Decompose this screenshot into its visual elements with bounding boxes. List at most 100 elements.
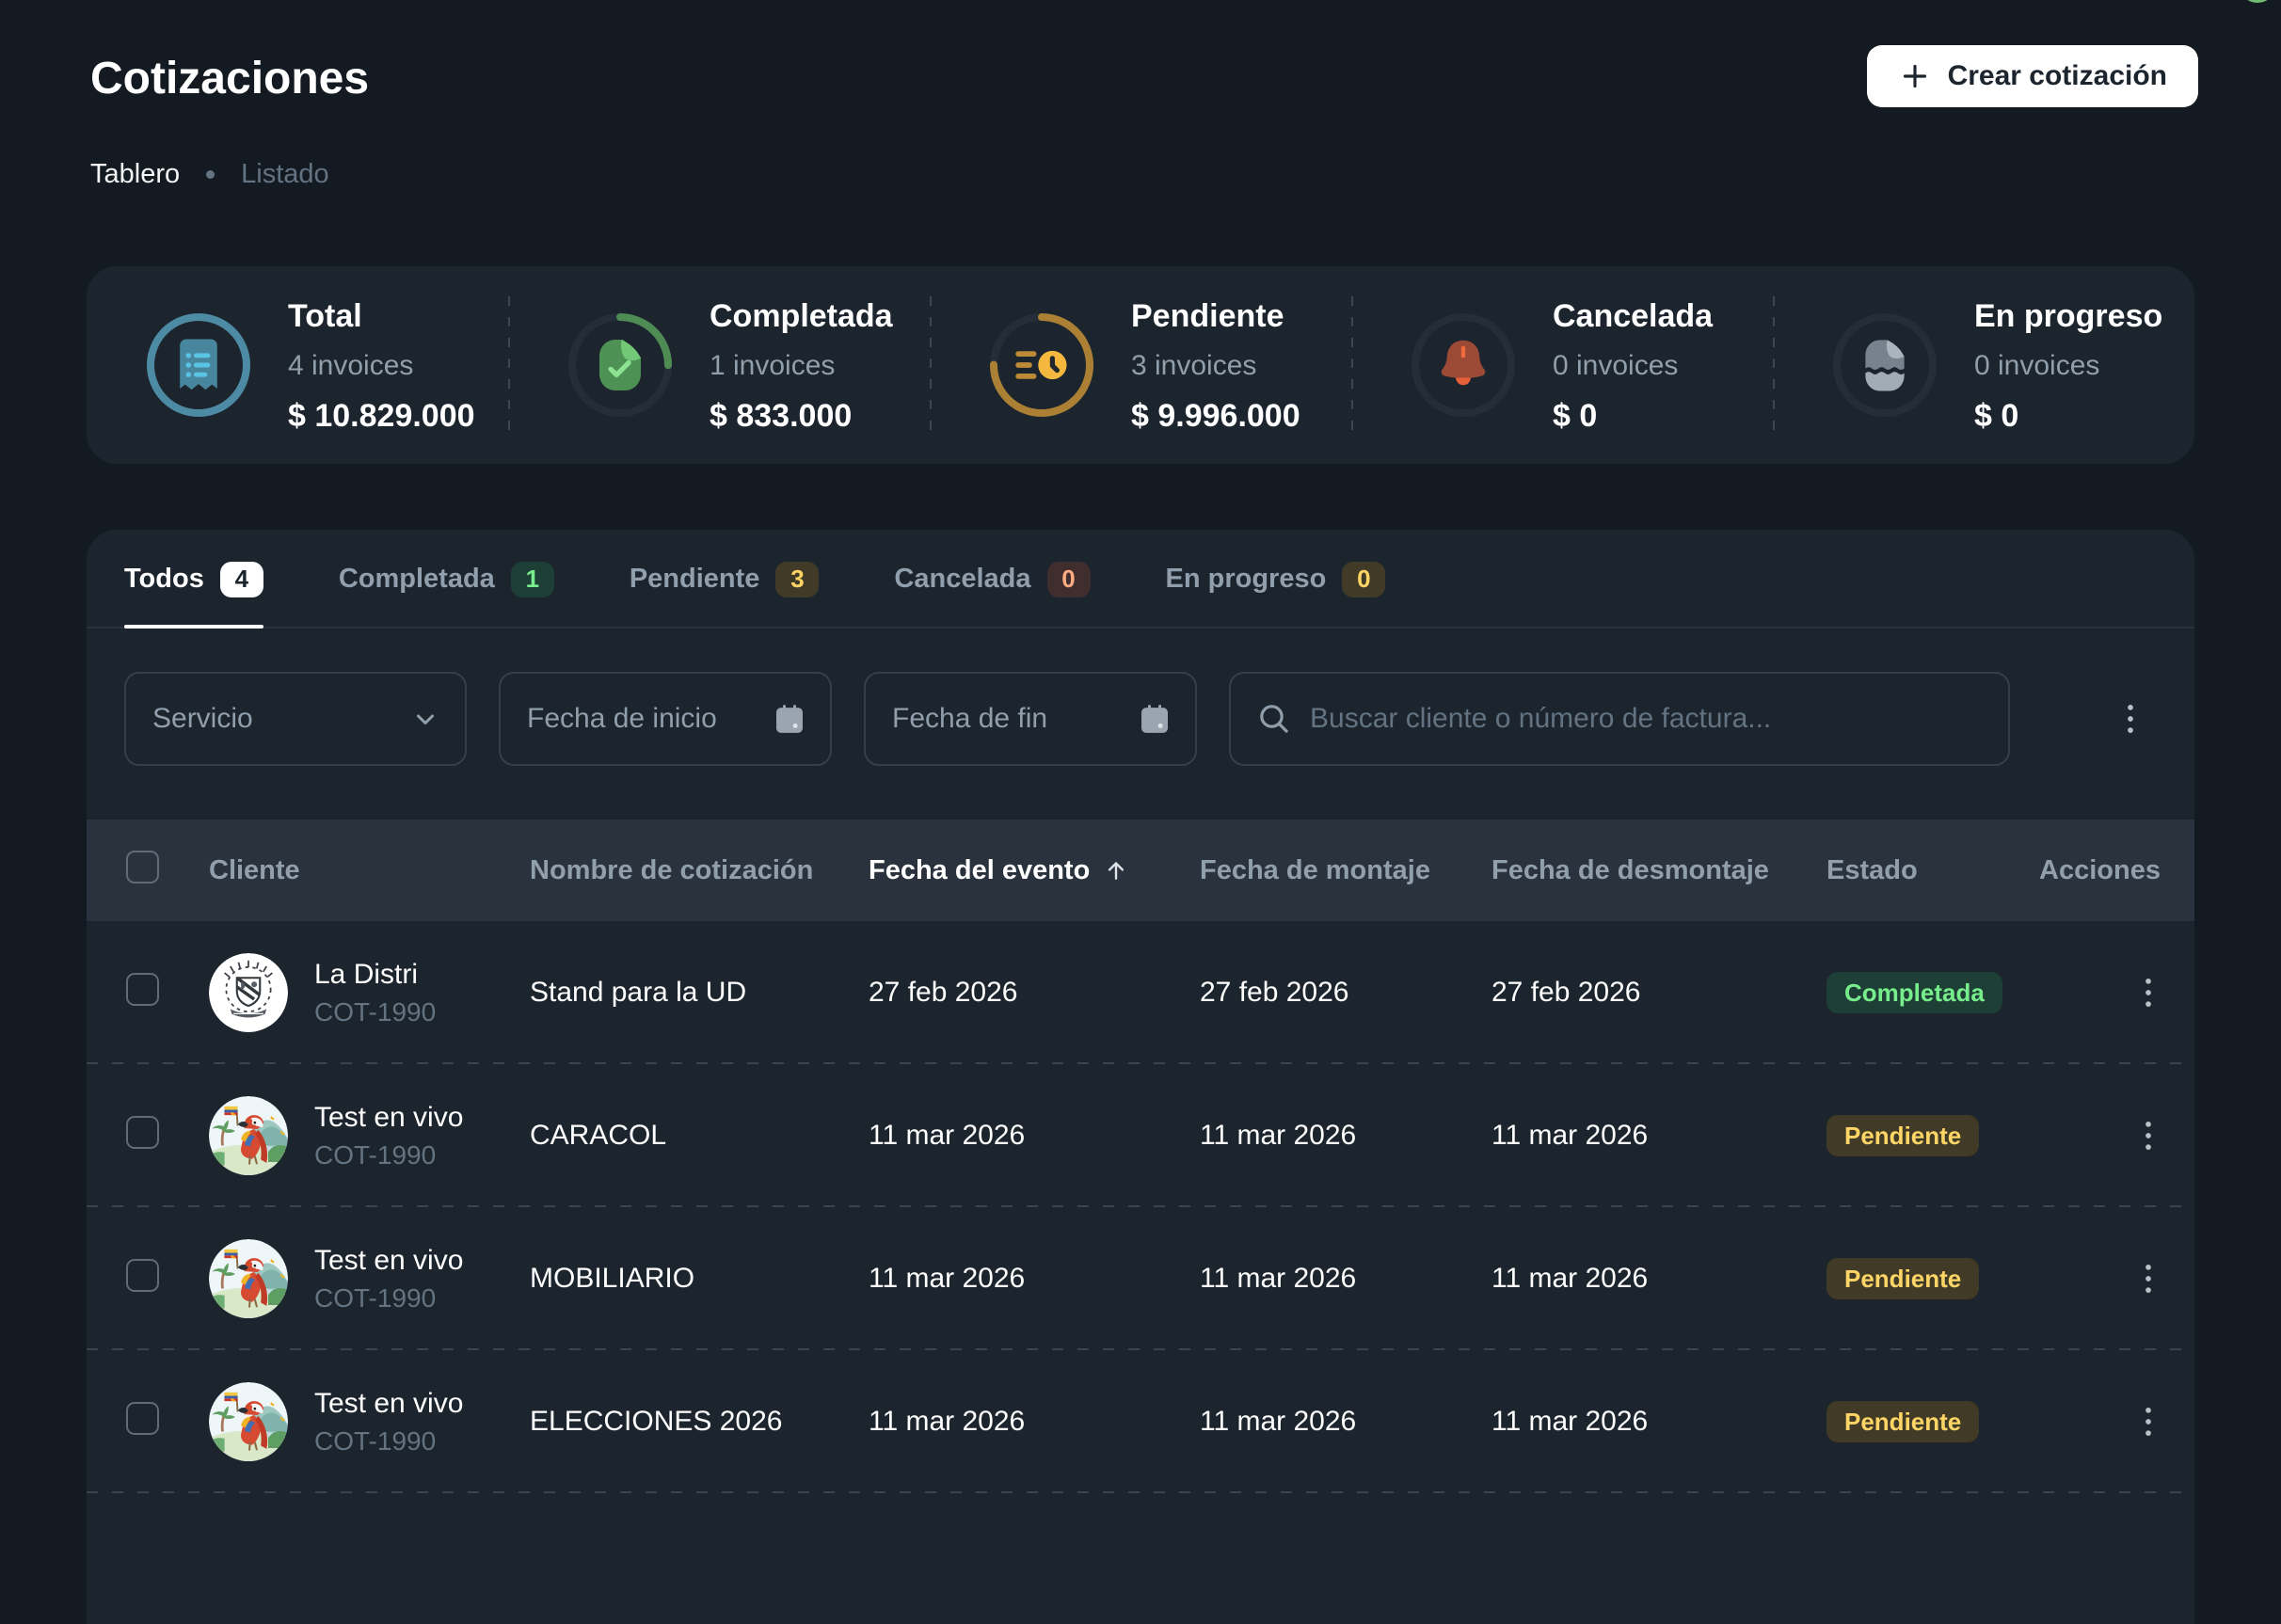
column-header-nombre[interactable]: Nombre de cotización — [530, 855, 869, 886]
setup-date: 11 mar 2026 — [1200, 1263, 1491, 1295]
invoice-stats-card: Total 4 invoices $ 10.829.000 Completada… — [87, 266, 2194, 464]
more-vertical-icon — [2128, 1115, 2169, 1156]
client-avatar — [209, 1382, 288, 1461]
status-badge: Pendiente — [1826, 1401, 1979, 1442]
event-date: 11 mar 2026 — [869, 1263, 1200, 1295]
tab-count-badge: 3 — [775, 562, 819, 597]
column-header-cliente[interactable]: Cliente — [209, 855, 530, 886]
client-name: La Distri — [314, 957, 436, 993]
stat-completada: Completada 1 invoices $ 833.000 — [508, 266, 930, 464]
stat-amount: $ 9.996.000 — [1131, 396, 1300, 436]
table-row[interactable]: La Distri COT-1990 Stand para la UD 27 f… — [87, 921, 2194, 1064]
column-header-fecha-evento[interactable]: Fecha del evento — [869, 855, 1200, 886]
service-select[interactable]: Servicio — [124, 672, 467, 766]
quote-code: COT-1990 — [314, 1425, 463, 1458]
setup-date: 11 mar 2026 — [1200, 1406, 1491, 1438]
event-date: 11 mar 2026 — [869, 1406, 1200, 1438]
stat-en-progreso: En progreso 0 invoices $ 0 — [1773, 266, 2194, 464]
filters-row: Servicio Fecha de inicio Fecha de fin Bu… — [124, 672, 2157, 766]
row-checkbox[interactable] — [126, 1402, 159, 1435]
bell-icon — [1412, 313, 1515, 417]
start-date-input[interactable]: Fecha de inicio — [499, 672, 832, 766]
column-header-acciones: Acciones — [2033, 855, 2194, 886]
stat-total: Total 4 invoices $ 10.829.000 — [87, 266, 508, 464]
quotes-page: Cotizaciones Tablero Listado Crear cotiz… — [0, 0, 2281, 1624]
row-actions-button[interactable] — [2122, 1252, 2175, 1305]
end-date-input[interactable]: Fecha de fin — [864, 672, 1197, 766]
tab-count-badge: 4 — [220, 562, 263, 597]
plus-icon — [1898, 59, 1932, 93]
quote-name: Stand para la UD — [530, 977, 869, 1009]
tab-en-progreso[interactable]: En progreso 0 — [1166, 530, 1386, 629]
table-header-row: Cliente Nombre de cotización Fecha del e… — [87, 820, 2194, 921]
search-placeholder: Buscar cliente o número de factura... — [1310, 703, 1771, 735]
stat-label: Cancelada — [1553, 296, 1713, 336]
stat-invoices: 0 invoices — [1553, 347, 1713, 385]
search-icon — [1255, 700, 1293, 738]
stat-amount: $ 10.829.000 — [288, 396, 475, 436]
table-row[interactable]: Test en vivo COT-1990 MOBILIARIO 11 mar … — [87, 1207, 2194, 1350]
stat-invoices: 0 invoices — [1974, 347, 2162, 385]
tab-count-badge: 1 — [511, 562, 554, 597]
stat-invoices: 3 invoices — [1131, 347, 1300, 385]
row-actions-button[interactable] — [2122, 966, 2175, 1019]
user-avatar[interactable] — [2239, 0, 2276, 3]
calendar-icon — [770, 699, 809, 739]
status-badge: Pendiente — [1826, 1258, 1979, 1299]
stat-cancelada: Cancelada 0 invoices $ 0 — [1351, 266, 1773, 464]
column-header-estado: Estado — [1826, 855, 2033, 886]
more-vertical-icon — [2128, 1401, 2169, 1442]
client-name: Test en vivo — [314, 1243, 463, 1279]
setup-date: 11 mar 2026 — [1200, 1120, 1491, 1152]
tab-cancelada[interactable]: Cancelada 0 — [894, 530, 1090, 629]
table-row[interactable]: Test en vivo COT-1990 CARACOL 11 mar 202… — [87, 1064, 2194, 1207]
client-name: Test en vivo — [314, 1386, 463, 1422]
row-checkbox[interactable] — [126, 973, 159, 1006]
tab-todos[interactable]: Todos 4 — [124, 530, 263, 629]
quote-code: COT-1990 — [314, 1282, 463, 1315]
select-all-checkbox[interactable] — [126, 851, 159, 884]
clock-fast-icon — [990, 313, 1093, 417]
breadcrumb-item-tablero[interactable]: Tablero — [90, 157, 180, 191]
stat-label: Total — [288, 296, 475, 336]
client-avatar — [209, 953, 288, 1032]
create-quote-button[interactable]: Crear cotización — [1867, 45, 2198, 107]
filters-menu-button[interactable] — [2104, 693, 2157, 745]
stat-label: En progreso — [1974, 296, 2162, 336]
more-vertical-icon — [2110, 698, 2151, 740]
setup-date: 27 feb 2026 — [1200, 977, 1491, 1009]
more-vertical-icon — [2128, 1258, 2169, 1299]
page-header: Cotizaciones Tablero Listado Crear cotiz… — [90, 51, 2198, 191]
column-header-fecha-montaje[interactable]: Fecha de montaje — [1200, 855, 1491, 886]
row-checkbox[interactable] — [126, 1259, 159, 1292]
create-quote-label: Crear cotización — [1948, 60, 2167, 92]
teardown-date: 11 mar 2026 — [1491, 1406, 1826, 1438]
status-tabs: Todos 4 Completada 1 Pendiente 3 Cancela… — [87, 530, 2194, 629]
quote-name: ELECCIONES 2026 — [530, 1406, 869, 1438]
row-checkbox[interactable] — [126, 1116, 159, 1149]
breadcrumb-item-listado: Listado — [241, 157, 329, 191]
table-row[interactable]: Test en vivo COT-1990 ELECCIONES 2026 11… — [87, 1350, 2194, 1493]
client-name: Test en vivo — [314, 1100, 463, 1136]
stat-amount: $ 833.000 — [710, 396, 893, 436]
quote-name: CARACOL — [530, 1120, 869, 1152]
client-avatar — [209, 1239, 288, 1318]
stat-invoices: 1 invoices — [710, 347, 893, 385]
file-check-icon — [568, 313, 672, 417]
tab-completada[interactable]: Completada 1 — [339, 530, 554, 629]
tab-count-badge: 0 — [1342, 562, 1385, 597]
quotes-table-card: Todos 4 Completada 1 Pendiente 3 Cancela… — [87, 530, 2194, 1624]
row-actions-button[interactable] — [2122, 1109, 2175, 1162]
column-header-fecha-desmontaje[interactable]: Fecha de desmontaje — [1491, 855, 1826, 886]
client-avatar — [209, 1096, 288, 1175]
file-torn-icon — [1833, 313, 1937, 417]
breadcrumb-separator-icon — [206, 170, 215, 179]
receipt-icon — [147, 313, 250, 417]
breadcrumb: Tablero Listado — [90, 157, 2198, 191]
row-actions-button[interactable] — [2122, 1395, 2175, 1448]
stat-invoices: 4 invoices — [288, 347, 475, 385]
calendar-icon — [1135, 699, 1174, 739]
stat-label: Pendiente — [1131, 296, 1300, 336]
search-input[interactable]: Buscar cliente o número de factura... — [1229, 672, 2010, 766]
tab-pendiente[interactable]: Pendiente 3 — [630, 530, 820, 629]
